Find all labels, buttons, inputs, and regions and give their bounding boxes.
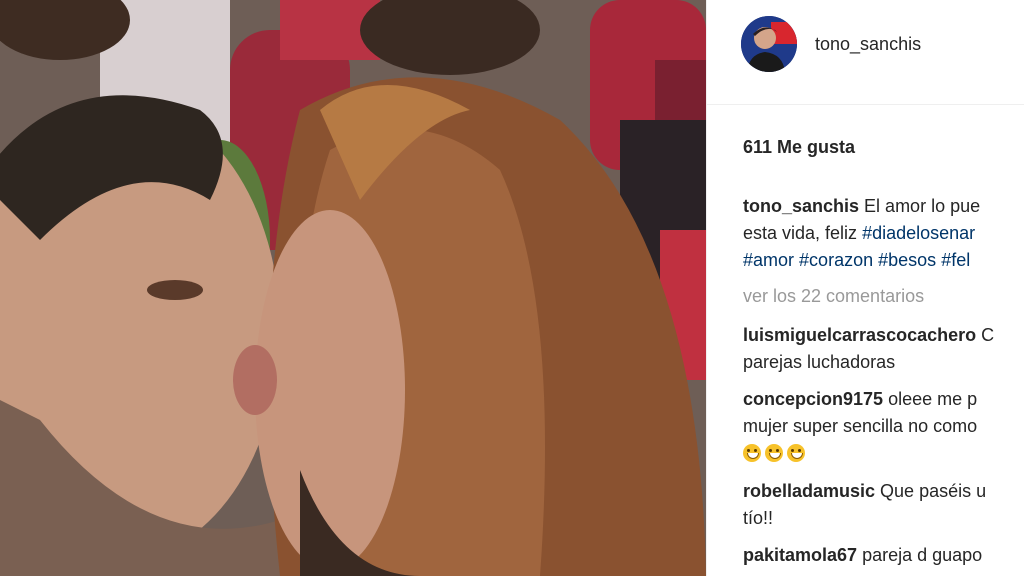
post-photo[interactable] bbox=[0, 0, 706, 576]
caption-line: esta vida, feliz #diadelosenar bbox=[743, 220, 1024, 247]
emoji-row bbox=[743, 440, 1024, 467]
avatar[interactable] bbox=[741, 16, 797, 72]
hashtag-link[interactable]: #fel bbox=[941, 250, 970, 270]
comment-username[interactable]: luismiguelcarrascocachero bbox=[743, 325, 976, 345]
hashtag-link[interactable]: #corazon bbox=[799, 250, 873, 270]
comment-text: C bbox=[976, 325, 995, 345]
view-all-comments-link[interactable]: ver los 22 comentarios bbox=[743, 286, 924, 307]
comment-item: luismiguelcarrascocachero C parejas luch… bbox=[743, 322, 1024, 376]
comment-text: tío!! bbox=[743, 508, 774, 528]
comment-text: oleee me p bbox=[883, 389, 978, 409]
comment-text: parejas luchadoras bbox=[743, 352, 896, 372]
post-caption: tono_sanchis El amor lo pue esta vida, f… bbox=[743, 193, 1024, 274]
comment-username[interactable]: robelladamusic bbox=[743, 481, 875, 501]
caption-line: #amor #corazon #besos #fel bbox=[743, 247, 1024, 274]
grin-emoji-icon bbox=[743, 444, 761, 462]
caption-text: El amor lo pue bbox=[864, 196, 981, 216]
comment-username[interactable]: pakitamola67 bbox=[743, 545, 857, 565]
hashtag-link[interactable]: #diadelosenar bbox=[862, 223, 975, 243]
caption-text: esta vida, feliz bbox=[743, 223, 863, 243]
comment-item: robelladamusic Que paséis u tío!! bbox=[743, 478, 1024, 532]
post-sidebar: tono_sanchis 611 Me gusta tono_sanchis E… bbox=[706, 0, 1024, 576]
caption-line: tono_sanchis El amor lo pue bbox=[743, 193, 1024, 220]
post-header: tono_sanchis bbox=[707, 0, 1024, 105]
grin-emoji-icon bbox=[765, 444, 783, 462]
comment-text: pareja d guapo bbox=[857, 545, 983, 565]
hashtag-link[interactable]: #amor bbox=[743, 250, 794, 270]
caption-username[interactable]: tono_sanchis bbox=[743, 196, 859, 216]
comment-item: concepcion9175 oleee me p mujer super se… bbox=[743, 386, 1024, 467]
comment-item: pakitamola67 pareja d guapo bbox=[743, 542, 1024, 569]
post-author-username[interactable]: tono_sanchis bbox=[815, 34, 921, 55]
hashtag-link[interactable]: #besos bbox=[878, 250, 936, 270]
avatar-image bbox=[741, 16, 797, 72]
likes-count[interactable]: 611 Me gusta bbox=[743, 137, 855, 158]
grin-emoji-icon bbox=[787, 444, 805, 462]
comment-text: mujer super sencilla no como bbox=[743, 416, 978, 436]
photo-illustration bbox=[0, 0, 706, 576]
comment-text: Que paséis u bbox=[875, 481, 987, 501]
comment-username[interactable]: concepcion9175 bbox=[743, 389, 883, 409]
